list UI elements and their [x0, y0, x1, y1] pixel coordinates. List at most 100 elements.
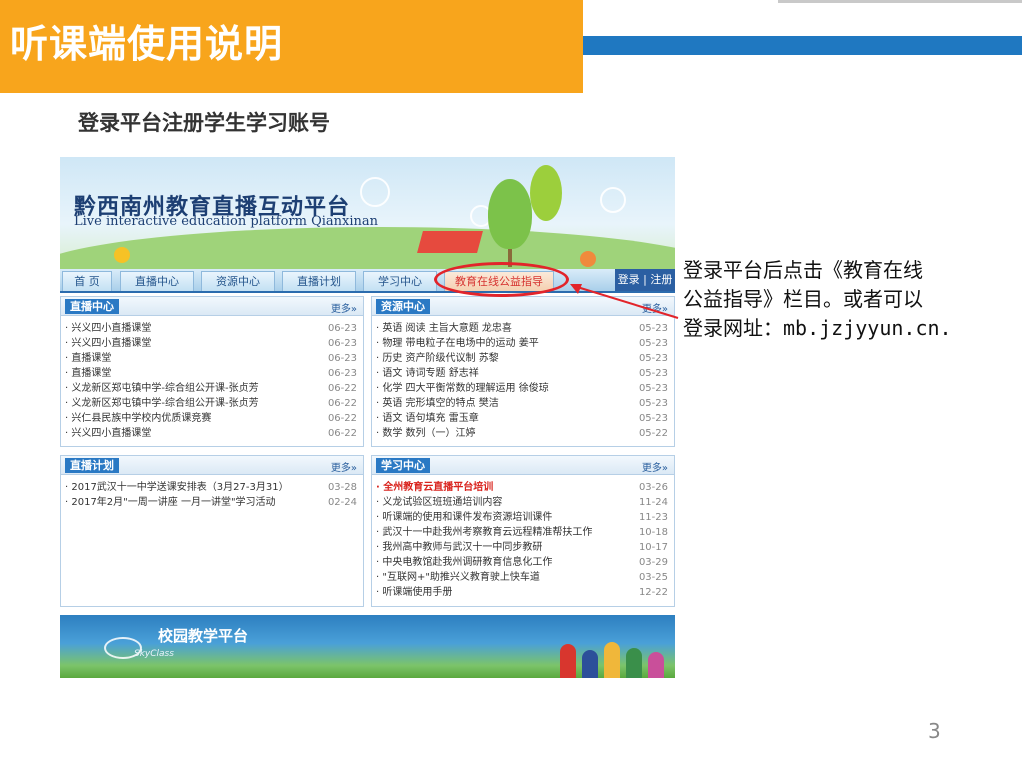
- item-title[interactable]: · 武汉十一中赴我州考察教育云远程精准帮扶工作: [376, 525, 592, 540]
- slide-title-bar: 听课端使用说明: [0, 0, 583, 93]
- nav-tab-study-center[interactable]: 学习中心: [363, 271, 437, 291]
- item-title[interactable]: · 化学 四大平衡常数的理解运用 徐俊琼: [376, 381, 549, 396]
- panel-header: 学习中心 更多»: [372, 456, 674, 475]
- item-title[interactable]: · 2017武汉十一中学送课安排表（3月27-3月31）: [65, 480, 289, 495]
- item-title[interactable]: · 直播课堂: [65, 351, 111, 366]
- list-item[interactable]: · 义龙新区郑屯镇中学-综合组公开课-张贞芳 06-22: [65, 381, 359, 396]
- list-item[interactable]: · 中央电教馆赴我州调研教育信息化工作 03-29: [376, 555, 670, 570]
- list-item[interactable]: · 直播课堂 06-23: [65, 366, 359, 381]
- list-item[interactable]: · 听课端的使用和课件发布资源培训课件 11-23: [376, 510, 670, 525]
- campus-platform-banner[interactable]: 校园教学平台 SkyClass: [60, 615, 675, 678]
- list-item[interactable]: · 物理 带电粒子在电场中的运动 姜平 05-23: [376, 336, 670, 351]
- children-figure: [582, 650, 598, 678]
- item-title[interactable]: · 听课端使用手册: [376, 585, 452, 600]
- page-number: 3: [928, 719, 941, 743]
- list-item[interactable]: · 2017武汉十一中学送课安排表（3月27-3月31） 03-28: [65, 480, 359, 495]
- list-item[interactable]: · 义龙试验区班班通培训内容 11-24: [376, 495, 670, 510]
- item-title[interactable]: · 义龙新区郑屯镇中学-综合组公开课-张贞芳: [65, 381, 259, 396]
- list-item[interactable]: · 英语 完形填空的特点 樊洁 05-23: [376, 396, 670, 411]
- list-item[interactable]: · 全州教育云直播平台培训 03-26: [376, 480, 670, 495]
- item-date: 10-18: [638, 527, 668, 538]
- campus-platform-logo-text: SkyClass: [134, 649, 174, 659]
- list-item[interactable]: · 义龙新区郑屯镇中学-综合组公开课-张贞芳 06-22: [65, 396, 359, 411]
- item-date: 03-29: [638, 557, 668, 568]
- list-item[interactable]: · 听课端使用手册 12-22: [376, 585, 670, 600]
- more-link[interactable]: 更多»: [331, 300, 357, 315]
- nav-tab-live-center[interactable]: 直播中心: [120, 271, 194, 291]
- item-title[interactable]: · 我州高中教师与武汉十一中同步教研: [376, 540, 542, 555]
- item-title[interactable]: · 听课端的使用和课件发布资源培训课件: [376, 510, 552, 525]
- site-header-banner: 黔西南州教育直播互动平台 Live interactive education …: [60, 157, 675, 269]
- item-title[interactable]: · 历史 资产阶级代议制 苏黎: [376, 351, 499, 366]
- list-item[interactable]: · 兴义四小直播课堂 06-23: [65, 321, 359, 336]
- list-item[interactable]: · 兴义四小直播课堂 06-23: [65, 336, 359, 351]
- instruction-line: 登录平台后点击《教育在线: [683, 258, 923, 282]
- item-title[interactable]: · 兴仁县民族中学校内优质课竞赛: [65, 411, 211, 426]
- item-title[interactable]: · 语文 语句填充 雷玉章: [376, 411, 479, 426]
- item-title[interactable]: · 英语 完形填空的特点 樊洁: [376, 396, 499, 411]
- item-date: 10-17: [638, 542, 668, 553]
- list-item[interactable]: · 我州高中教师与武汉十一中同步教研 10-17: [376, 540, 670, 555]
- campus-platform-title: 校园教学平台: [158, 627, 249, 645]
- panel-live-plan: 直播计划 更多» · 2017武汉十一中学送课安排表（3月27-3月31） 03-…: [60, 455, 364, 607]
- panel-live-center: 直播中心 更多» · 兴义四小直播课堂 06-23 · 兴义四小直播课堂 06-23 ·…: [60, 296, 364, 447]
- item-date: 06-23: [327, 353, 357, 364]
- banner-bubble: [360, 177, 390, 207]
- item-date: 06-22: [327, 398, 357, 409]
- nav-tab-resource-center[interactable]: 资源中心: [201, 271, 275, 291]
- item-date: 03-25: [638, 572, 668, 583]
- more-link[interactable]: 更多»: [642, 459, 668, 474]
- list-item[interactable]: · 化学 四大平衡常数的理解运用 徐俊琼 05-23: [376, 381, 670, 396]
- item-title[interactable]: · "互联网+"助推兴义教育驶上快车道: [376, 570, 540, 585]
- website-screenshot: 黔西南州教育直播互动平台 Live interactive education …: [60, 157, 675, 678]
- item-title[interactable]: · 义龙新区郑屯镇中学-综合组公开课-张贞芳: [65, 396, 259, 411]
- item-title[interactable]: · 兴义四小直播课堂: [65, 321, 151, 336]
- list-item[interactable]: · "互联网+"助推兴义教育驶上快车道 03-25: [376, 570, 670, 585]
- panel-header: 直播中心 更多»: [61, 297, 363, 316]
- item-date: 03-28: [327, 482, 357, 493]
- list-item[interactable]: · 兴义四小直播课堂 06-22: [65, 426, 359, 441]
- item-title[interactable]: · 直播课堂: [65, 366, 111, 381]
- list-item[interactable]: · 历史 资产阶级代议制 苏黎 05-23: [376, 351, 670, 366]
- item-title[interactable]: · 数学 数列（一）江婷: [376, 426, 476, 441]
- nav-tab-live-plan[interactable]: 直播计划: [282, 271, 356, 291]
- item-date: 11-23: [638, 512, 668, 523]
- children-figure: [604, 642, 620, 678]
- list-item[interactable]: · 语文 诗词专题 舒志祥 05-23: [376, 366, 670, 381]
- item-date: 05-22: [638, 428, 668, 439]
- list-item[interactable]: · 武汉十一中赴我州考察教育云远程精准帮扶工作 10-18: [376, 525, 670, 540]
- item-title[interactable]: · 义龙试验区班班通培训内容: [376, 495, 502, 510]
- nav-tab-home[interactable]: 首 页: [62, 271, 112, 291]
- item-title[interactable]: · 物理 带电粒子在电场中的运动 姜平: [376, 336, 539, 351]
- item-date: 03-26: [638, 482, 668, 493]
- banner-tree: [488, 179, 532, 249]
- panel-list: · 全州教育云直播平台培训 03-26 · 义龙试验区班班通培训内容 11-24 · 听…: [376, 480, 670, 600]
- top-decor-line: [583, 0, 1022, 33]
- more-link[interactable]: 更多»: [331, 459, 357, 474]
- list-item[interactable]: · 直播课堂 06-23: [65, 351, 359, 366]
- item-title[interactable]: · 兴义四小直播课堂: [65, 426, 151, 441]
- children-figure: [560, 644, 576, 678]
- list-item[interactable]: · 数学 数列（一）江婷 05-22: [376, 426, 670, 441]
- banner-bubble: [600, 187, 626, 213]
- list-item[interactable]: · 语文 语句填充 雷玉章 05-23: [376, 411, 670, 426]
- banner-books: [417, 231, 483, 253]
- item-date: 11-24: [638, 497, 668, 508]
- instruction-text: 登录平台后点击《教育在线 公益指导》栏目。或者可以 登录网址：mb.jzjyyu…: [683, 256, 1022, 343]
- list-item[interactable]: · 2017年2月"一周一讲座 一月一讲堂"学习活动 02-24: [65, 495, 359, 510]
- item-date: 05-23: [638, 413, 668, 424]
- item-date: 05-23: [638, 338, 668, 349]
- banner-flower: [580, 251, 596, 267]
- item-date: 06-23: [327, 368, 357, 379]
- item-title[interactable]: · 2017年2月"一周一讲座 一月一讲堂"学习活动: [65, 495, 276, 510]
- item-title[interactable]: · 兴义四小直播课堂: [65, 336, 151, 351]
- item-title[interactable]: · 英语 阅读 主旨大意题 龙忠喜: [376, 321, 512, 336]
- item-title[interactable]: · 全州教育云直播平台培训: [376, 480, 493, 495]
- item-title[interactable]: · 中央电教馆赴我州调研教育信息化工作: [376, 555, 552, 570]
- panel-header: 直播计划 更多»: [61, 456, 363, 475]
- list-item[interactable]: · 英语 阅读 主旨大意题 龙忠喜 05-23: [376, 321, 670, 336]
- item-title[interactable]: · 语文 诗词专题 舒志祥: [376, 366, 479, 381]
- item-date: 12-22: [638, 587, 668, 598]
- panel-list: · 兴义四小直播课堂 06-23 · 兴义四小直播课堂 06-23 · 直播课堂 06-2…: [65, 321, 359, 441]
- list-item[interactable]: · 兴仁县民族中学校内优质课竞赛 06-22: [65, 411, 359, 426]
